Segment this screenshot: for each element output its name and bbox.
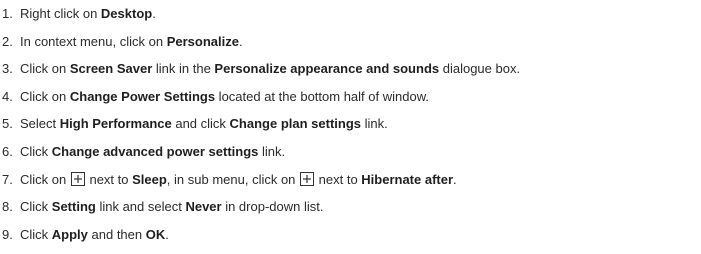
step-text: next to [315,171,362,187]
step-number: 5. [2,116,13,132]
step-number: 1. [2,6,13,21]
step-bold-term: Change plan settings [229,116,362,132]
step-text: . [152,6,156,21]
step-item-5: 5. Select High Performance and click Chan… [0,116,701,144]
step-number: 9. [2,226,13,242]
step-item-9: 9. Click Apply and then OK. [0,227,701,254]
step-text: , in sub menu, click on [166,171,300,187]
step-text: and click [171,116,230,132]
step-text: Right click on [20,6,101,21]
step-text: link. [361,116,388,132]
step-bold-term: Setting [51,199,96,215]
step-bold-term: Apply [51,226,88,242]
expand-plus-icon [300,171,315,186]
step-text: Click on [20,88,70,104]
step-number: 6. [2,143,13,159]
step-bold-term: Never [185,199,222,215]
step-item-1: 1. Right click on Desktop. [0,6,701,34]
step-item-2: 2. In context menu, click on Personalize. [0,34,701,62]
step-bold-term: Hibernate after [361,171,454,187]
step-text: Click on [20,61,70,77]
step-number: 4. [2,88,13,104]
step-text: and then [87,226,146,242]
step-number: 7. [2,171,13,187]
step-bold-term: High Performance [59,116,172,132]
expand-plus-icon [70,171,85,186]
step-item-3: 3. Click on Screen Saver link in the Pers… [0,61,701,89]
step-text: link and select [95,199,186,215]
step-bold-term: Personalize [166,33,239,49]
step-bold-term: Change Power Settings [69,88,216,104]
step-text: . [453,171,457,187]
step-bold-term: Change advanced power settings [51,143,259,159]
step-text: in drop-down list. [221,199,324,215]
instruction-list: 1. Right click on Desktop. 2. In context me… [0,0,701,254]
step-text: link in the [152,61,215,77]
step-number: 3. [2,61,13,77]
step-text: dialogue box. [439,61,521,77]
step-text: Click [20,143,52,159]
step-text: . [238,33,243,49]
step-item-6: 6. Click Change advanced power settings l… [0,144,701,172]
step-number: 8. [2,199,13,215]
step-text: . [165,226,169,242]
step-text: Click [20,226,52,242]
step-bold-term: Personalize appearance and sounds [214,61,440,77]
step-text: located at the bottom half of window. [215,88,429,104]
step-item-4: 4. Click on Change Power Settings located… [0,89,701,117]
step-bold-term: Desktop [100,6,153,21]
step-text: Select [20,116,60,132]
step-item-8: 8. Click Setting link and select Never in… [0,199,701,227]
step-text: link. [258,143,286,159]
step-text: In context menu, click on [20,33,167,49]
step-number: 2. [2,33,13,49]
step-bold-term: Screen Saver [69,61,153,77]
step-text: next to [85,171,133,187]
step-bold-term: Sleep [132,171,167,187]
step-bold-term: OK [145,226,166,242]
step-item-7: 7. Click on next to Sleep, in sub menu, c… [0,171,701,200]
step-text: Click on [20,171,70,187]
step-text: Click [20,199,52,215]
